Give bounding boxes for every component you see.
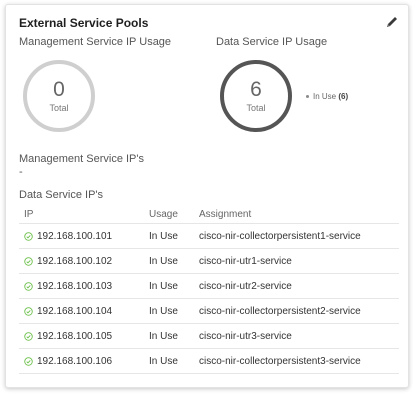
- check-circle-icon: [24, 281, 33, 291]
- ip-address: 192.168.100.101: [37, 230, 113, 242]
- data-service-legend: In Use (6): [306, 92, 348, 101]
- ip-address: 192.168.100.105: [37, 330, 113, 342]
- management-total-value: 0: [53, 78, 65, 101]
- pencil-icon[interactable]: [385, 15, 399, 29]
- table-row: 192.168.100.104 In Use cisco-nir-collector…: [19, 299, 399, 324]
- usage-cell: In Use: [149, 330, 178, 342]
- table-row: 192.168.100.105 In Use cisco-nir-utr3-serv…: [19, 324, 399, 349]
- management-usage-donut: 0 Total: [21, 58, 97, 134]
- table-row: 192.168.100.106 In Use cisco-nir-collector…: [19, 349, 399, 374]
- table-row: 192.168.100.101 In Use cisco-nir-collector…: [19, 224, 399, 249]
- management-ips-value: -: [19, 166, 23, 178]
- usage-cell: In Use: [149, 280, 178, 292]
- legend-label: In Use: [313, 92, 337, 101]
- data-service-ips-label: Data Service IP's: [19, 189, 104, 201]
- check-circle-icon: [24, 331, 33, 341]
- ip-cell: 192.168.100.102: [19, 256, 149, 267]
- data-service-total-value: 6: [250, 78, 262, 101]
- table-row: 192.168.100.103 In Use cisco-nir-utr2-serv…: [19, 274, 399, 299]
- external-service-pools-card: External Service Pools Management Servic…: [5, 4, 409, 388]
- assignment-cell: cisco-nir-utr1-service: [199, 255, 292, 267]
- ip-cell: 192.168.100.105: [19, 331, 149, 342]
- ip-cell: 192.168.100.101: [19, 231, 149, 242]
- card-title: External Service Pools: [19, 16, 149, 30]
- column-header-usage: Usage: [149, 208, 178, 220]
- ip-address: 192.168.100.104: [37, 305, 113, 317]
- ip-cell: 192.168.100.103: [19, 281, 149, 292]
- assignment-cell: cisco-nir-collectorpersistent3-service: [199, 355, 361, 367]
- usage-cell: In Use: [149, 355, 178, 367]
- usage-cell: In Use: [149, 305, 178, 317]
- table-header: IP Usage Assignment: [19, 205, 399, 224]
- check-circle-icon: [24, 306, 33, 316]
- assignment-cell: cisco-nir-collectorpersistent2-service: [199, 305, 361, 317]
- check-circle-icon: [24, 356, 33, 366]
- ip-cell: 192.168.100.106: [19, 356, 149, 367]
- assignment-cell: cisco-nir-utr3-service: [199, 330, 292, 342]
- management-total-caption: Total: [49, 103, 69, 113]
- legend-count: (6): [338, 92, 349, 101]
- ip-address: 192.168.100.103: [37, 280, 113, 292]
- check-circle-icon: [24, 231, 33, 241]
- data-service-ips-table: IP Usage Assignment 192.168.100.101 In Us…: [19, 205, 399, 374]
- management-ips-label: Management Service IP's: [19, 153, 144, 165]
- column-header-assignment: Assignment: [199, 208, 252, 220]
- ip-cell: 192.168.100.104: [19, 306, 149, 317]
- assignment-cell: cisco-nir-utr2-service: [199, 280, 292, 292]
- ip-address: 192.168.100.102: [37, 255, 113, 267]
- data-service-total-caption: Total: [246, 103, 266, 113]
- data-service-usage-donut: 6 Total: [218, 58, 294, 134]
- usage-cell: In Use: [149, 230, 178, 242]
- management-usage-label: Management Service IP Usage: [19, 36, 172, 48]
- data-service-usage-label: Data Service IP Usage: [216, 36, 328, 48]
- check-circle-icon: [24, 256, 33, 266]
- usage-cell: In Use: [149, 255, 178, 267]
- assignment-cell: cisco-nir-collectorpersistent1-service: [199, 230, 361, 242]
- column-header-ip: IP: [24, 208, 34, 220]
- legend-dot-icon: [306, 95, 309, 99]
- table-row: 192.168.100.102 In Use cisco-nir-utr1-serv…: [19, 249, 399, 274]
- ip-address: 192.168.100.106: [37, 355, 113, 367]
